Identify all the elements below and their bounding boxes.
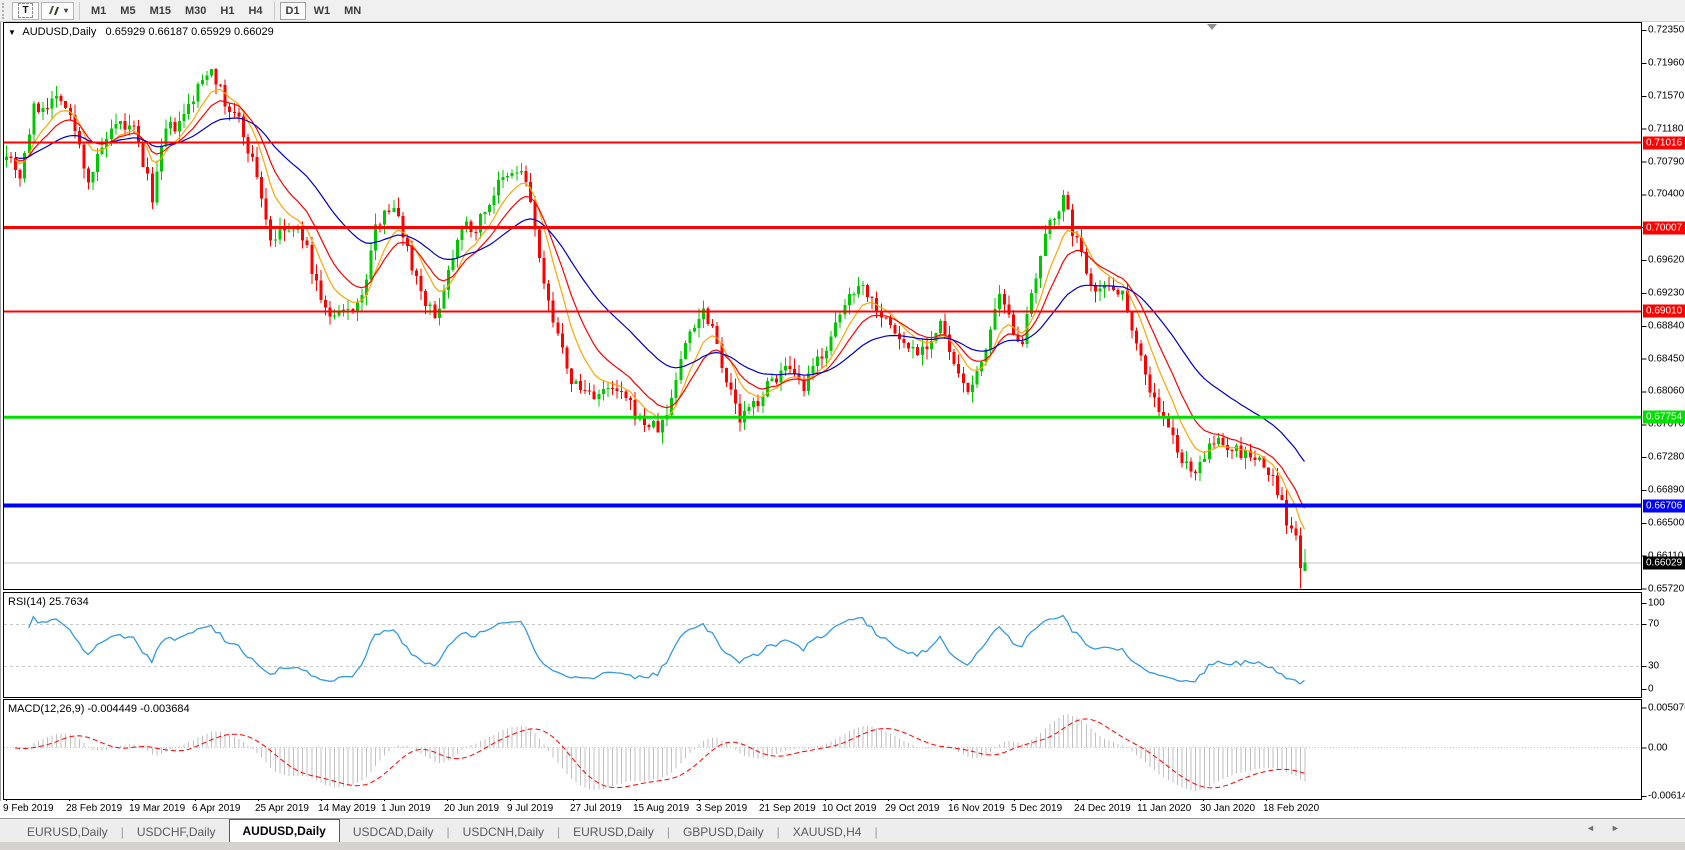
y-axis-tick-label: 0.66890 bbox=[1648, 485, 1684, 496]
x-axis-date-label: 27 Jul 2019 bbox=[570, 803, 622, 814]
x-axis-date-label: 5 Dec 2019 bbox=[1011, 803, 1062, 814]
x-axis-date-label: 15 Aug 2019 bbox=[633, 803, 689, 814]
y-axis-tick-label: 0.71960 bbox=[1648, 58, 1684, 69]
tab-scroll-right-icon[interactable]: ► bbox=[1611, 823, 1620, 833]
macd-indicator-label: MACD(12,26,9) -0.004449 -0.003684 bbox=[8, 703, 190, 715]
y-axis-tick-label: 0.68450 bbox=[1648, 353, 1684, 364]
price-line-badge: 0.66706 bbox=[1643, 499, 1685, 512]
tab-scroll-arrows: ◄ ► bbox=[1586, 823, 1620, 833]
y-axis-tick-label: 0.66500 bbox=[1648, 517, 1684, 528]
collapse-triangle-icon: ▼ bbox=[8, 28, 16, 37]
x-axis-date-label: 28 Feb 2019 bbox=[66, 803, 122, 814]
price-line-badge: 0.67754 bbox=[1643, 411, 1685, 424]
price-line-badge: 0.69010 bbox=[1643, 305, 1685, 318]
tab-separator: | bbox=[874, 825, 877, 839]
y-axis-tick-label: 0.69230 bbox=[1648, 287, 1684, 298]
x-axis-date-label: 25 Apr 2019 bbox=[255, 803, 309, 814]
x-axis-date-label: 16 Nov 2019 bbox=[948, 803, 1005, 814]
price-line-badge: 0.71016 bbox=[1643, 136, 1685, 149]
y-axis-tick-label: 0.70790 bbox=[1648, 156, 1684, 167]
x-axis-date-label: 20 Jun 2019 bbox=[444, 803, 499, 814]
tab-eurusd-daily[interactable]: EURUSD,Daily bbox=[14, 821, 121, 842]
tab-usdcad-daily[interactable]: USDCAD,Daily bbox=[340, 821, 447, 842]
y-axis-tick-label: 0.72350 bbox=[1648, 25, 1684, 36]
tab-usdchf-daily[interactable]: USDCHF,Daily bbox=[124, 821, 229, 842]
price-line-badge: 0.70007 bbox=[1643, 221, 1685, 234]
chart-tab-bar: EURUSD,Daily|USDCHF,DailyAUDUSD,DailyUSD… bbox=[0, 818, 1685, 842]
rsi-scale-label: 70 bbox=[1648, 619, 1659, 630]
tab-scroll-left-icon[interactable]: ◄ bbox=[1586, 823, 1595, 833]
y-axis-tick-label: 0.71570 bbox=[1648, 90, 1684, 101]
x-axis-date-label: 21 Sep 2019 bbox=[759, 803, 816, 814]
x-axis-date-label: 1 Jun 2019 bbox=[381, 803, 431, 814]
macd-scale-label: 0.005076 bbox=[1648, 702, 1685, 713]
rsi-scale-label: 30 bbox=[1648, 660, 1659, 671]
chart-canvas[interactable] bbox=[0, 0, 1685, 850]
y-axis-tick-label: 0.65720 bbox=[1648, 583, 1684, 594]
x-axis-date-label: 6 Apr 2019 bbox=[192, 803, 240, 814]
macd-scale-label: 0.00 bbox=[1648, 742, 1667, 753]
x-axis-date-label: 11 Jan 2020 bbox=[1137, 803, 1191, 814]
current-price-badge: 0.66029 bbox=[1643, 556, 1685, 569]
tab-usdcnh-daily[interactable]: USDCNH,Daily bbox=[450, 821, 557, 842]
x-axis-date-label: 3 Sep 2019 bbox=[696, 803, 747, 814]
status-strip bbox=[0, 842, 1685, 850]
tab-eurusd-daily[interactable]: EURUSD,Daily bbox=[560, 821, 667, 842]
x-axis-date-label: 19 Mar 2019 bbox=[129, 803, 185, 814]
x-axis-date-label: 24 Dec 2019 bbox=[1074, 803, 1131, 814]
rsi-scale-label: 100 bbox=[1648, 598, 1665, 609]
y-axis-tick-label: 0.68840 bbox=[1648, 320, 1684, 331]
x-axis-date-label: 14 May 2019 bbox=[318, 803, 376, 814]
y-axis-tick-label: 0.67280 bbox=[1648, 452, 1684, 463]
y-axis-tick-label: 0.70400 bbox=[1648, 189, 1684, 200]
x-axis-date-label: 18 Feb 2020 bbox=[1263, 803, 1319, 814]
y-axis-tick-label: 0.71180 bbox=[1648, 123, 1683, 134]
rsi-scale-label: 0 bbox=[1648, 684, 1654, 695]
y-axis-tick-label: 0.68060 bbox=[1648, 386, 1684, 397]
x-axis-date-label: 9 Jul 2019 bbox=[507, 803, 553, 814]
chart-ohlc-values: 0.65929 0.66187 0.65929 0.66029 bbox=[106, 26, 274, 38]
macd-scale-label: -0.006148 bbox=[1648, 790, 1685, 801]
rsi-indicator-label: RSI(14) 25.7634 bbox=[8, 596, 89, 608]
chart-title: ▼ AUDUSD,Daily 0.65929 0.66187 0.65929 0… bbox=[8, 26, 274, 38]
x-axis-date-label: 9 Feb 2019 bbox=[3, 803, 54, 814]
y-axis-tick-label: 0.69620 bbox=[1648, 255, 1684, 266]
x-axis-date-label: 10 Oct 2019 bbox=[822, 803, 876, 814]
tab-gbpusd-daily[interactable]: GBPUSD,Daily bbox=[670, 821, 777, 842]
x-axis-date-label: 29 Oct 2019 bbox=[885, 803, 939, 814]
tab-audusd-daily[interactable]: AUDUSD,Daily bbox=[229, 819, 340, 842]
tab-xauusd-h4[interactable]: XAUUSD,H4 bbox=[780, 821, 875, 842]
x-axis-date-label: 30 Jan 2020 bbox=[1200, 803, 1255, 814]
chart-symbol: AUDUSD,Daily bbox=[22, 26, 96, 38]
